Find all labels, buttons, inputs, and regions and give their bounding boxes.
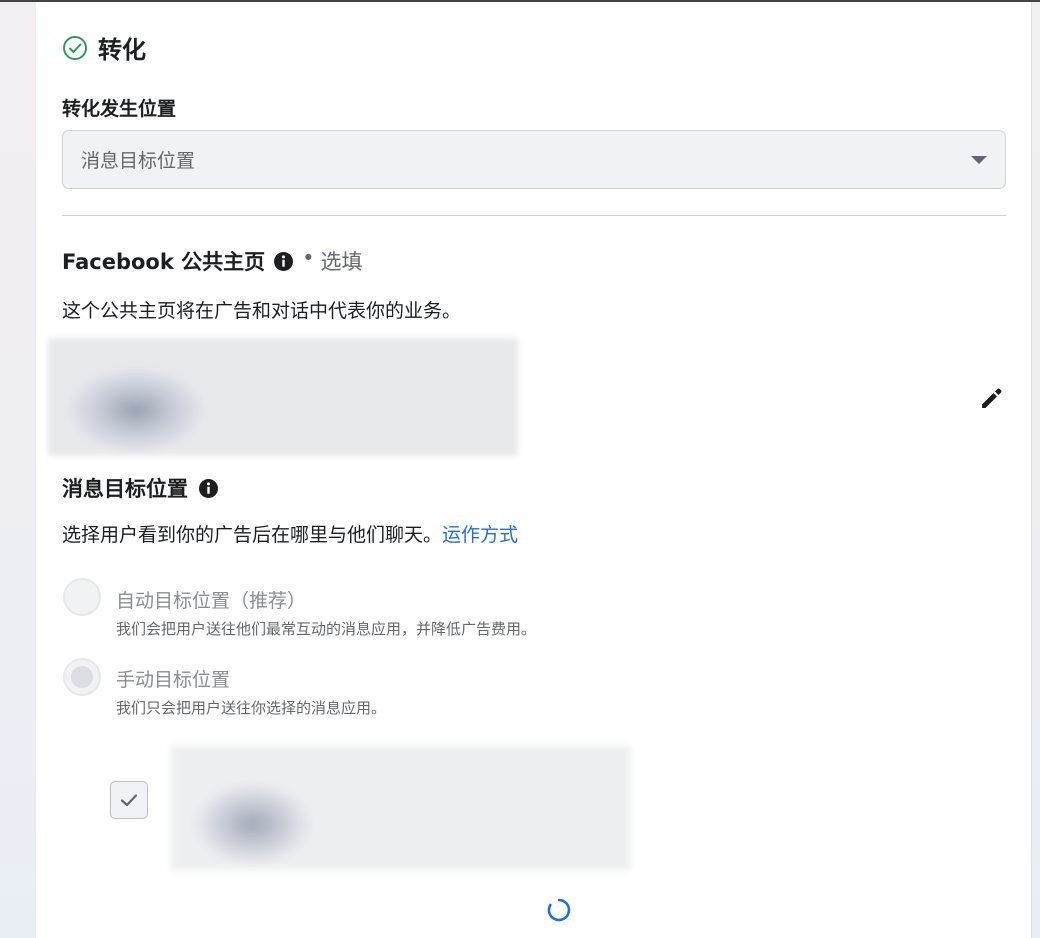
- check-circle-icon: [62, 35, 88, 61]
- facebook-page-description: 这个公共主页将在广告和对话中代表你的业务。: [62, 300, 462, 322]
- radio-manual-destination[interactable]: [63, 658, 101, 696]
- how-it-works-link[interactable]: 运作方式: [442, 524, 518, 546]
- pencil-edit-icon[interactable]: [976, 382, 1008, 414]
- conversion-location-label: 转化发生位置: [62, 98, 177, 120]
- info-icon[interactable]: [198, 478, 219, 499]
- loading-spinner-icon: [546, 897, 572, 923]
- facebook-page-heading: Facebook 公共主页 • 选填: [62, 246, 363, 276]
- automatic-destination-title: 自动目标位置（推荐）: [116, 590, 307, 612]
- conversion-location-value: 消息目标位置: [81, 150, 196, 172]
- manual-destination-title: 手动目标位置: [116, 669, 231, 691]
- automatic-destination-subtitle: 我们会把用户送往他们最常互动的消息应用，并降低广告费用。: [116, 620, 537, 638]
- conversion-title: 转化: [98, 36, 146, 64]
- selected-page-preview-blurred: [48, 338, 518, 456]
- optional-separator: •: [302, 246, 315, 270]
- messaging-app-checkbox[interactable]: [110, 781, 148, 819]
- checkmark-icon: [120, 794, 138, 807]
- facebook-page-title: Facebook 公共主页: [62, 250, 266, 274]
- message-destination-description: 选择用户看到你的广告后在哪里与他们聊天。运作方式: [62, 520, 518, 547]
- optional-hint: • 选填: [302, 246, 362, 276]
- destination-description-text: 选择用户看到你的广告后在哪里与他们聊天。: [62, 524, 443, 546]
- caret-down-icon: [971, 155, 987, 164]
- manual-destination-subtitle: 我们只会把用户送往你选择的消息应用。: [116, 699, 387, 717]
- info-icon[interactable]: [273, 251, 294, 272]
- conversion-location-dropdown[interactable]: 消息目标位置: [62, 130, 1006, 189]
- radio-selected-dot: [71, 666, 93, 688]
- conversion-card: 转化 转化发生位置 消息目标位置 Facebook 公共主页 • 选填 这个公共…: [36, 2, 1032, 938]
- message-destination-heading: 消息目标位置: [62, 473, 219, 503]
- radio-automatic-destination[interactable]: [63, 578, 101, 616]
- section-divider: [62, 215, 1006, 216]
- conversion-section-header: 转化: [62, 30, 146, 65]
- optional-label: 选填: [320, 250, 363, 274]
- message-destination-title: 消息目标位置: [62, 477, 188, 501]
- messaging-app-preview-blurred: [171, 746, 631, 870]
